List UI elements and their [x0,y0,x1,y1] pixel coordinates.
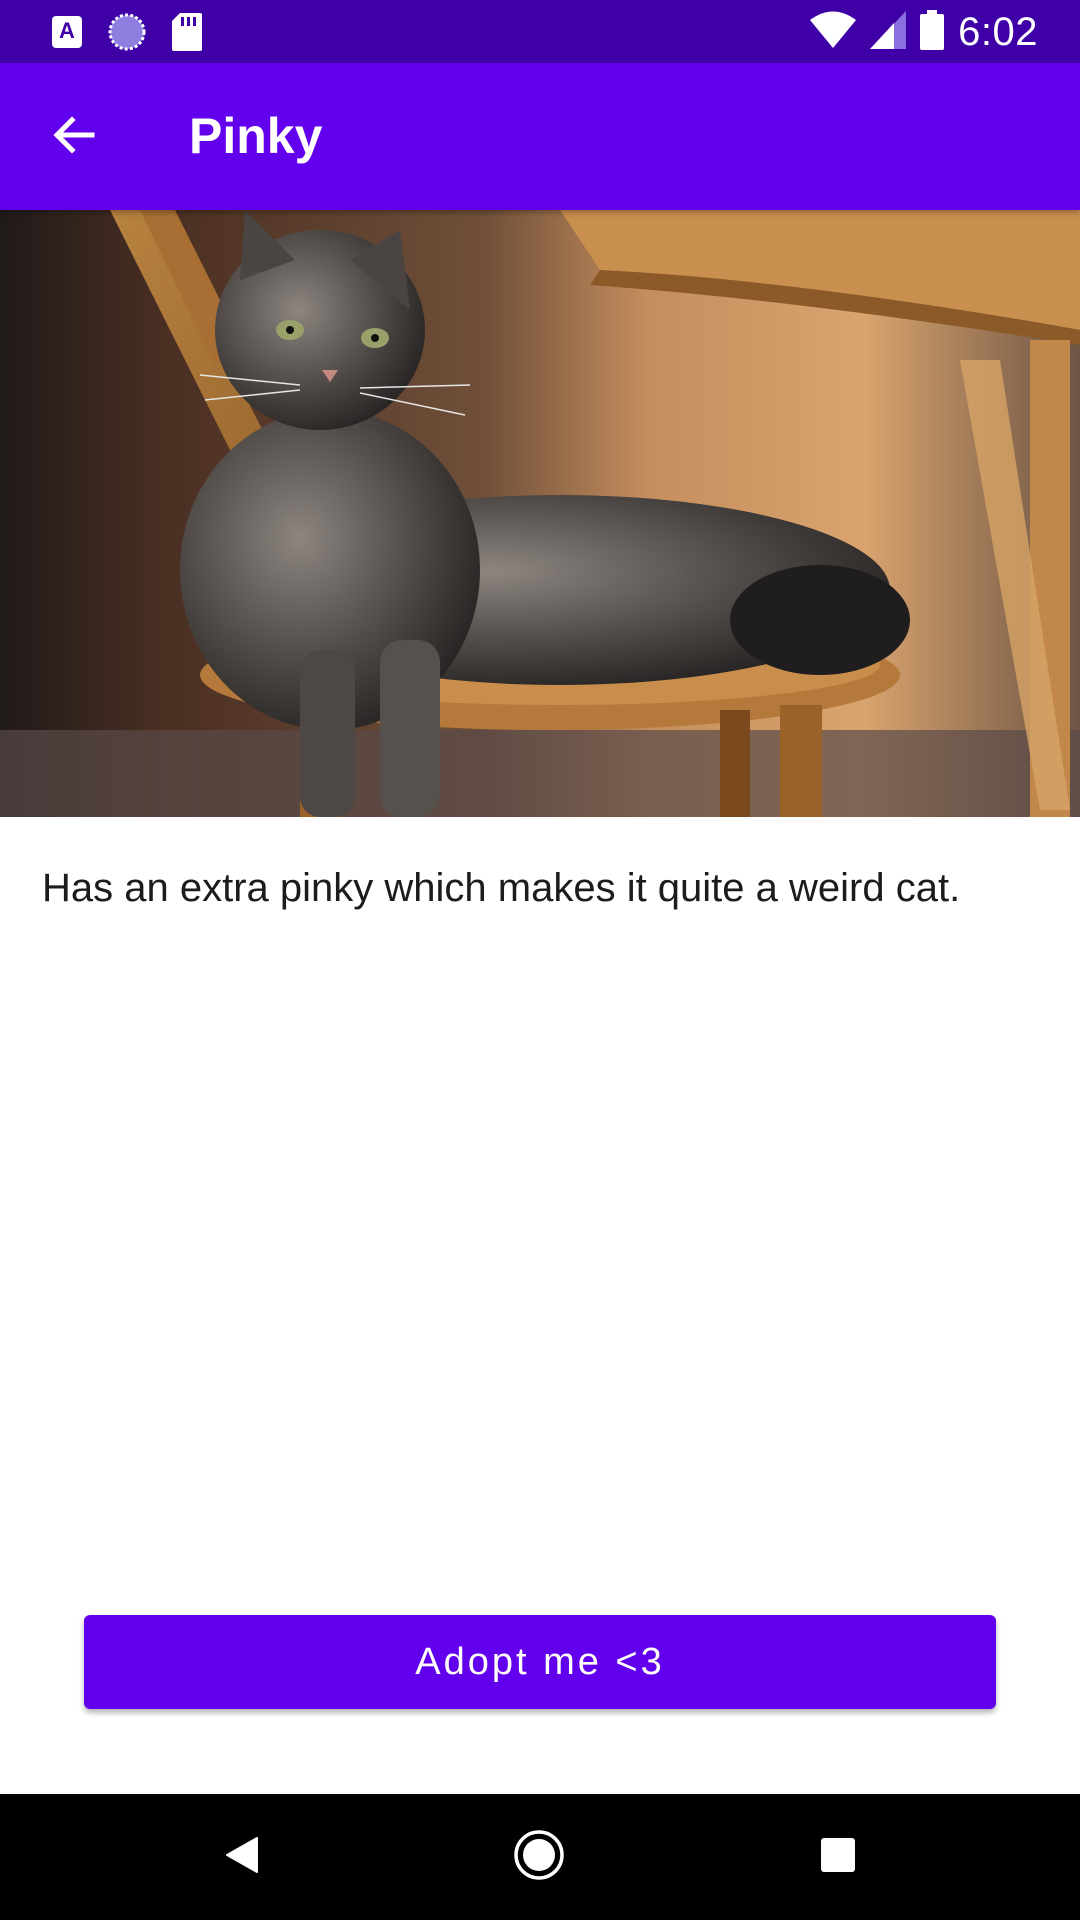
status-bar-left-icons: A [52,12,202,52]
status-bar-right-icons: 6:02 [810,8,1038,56]
page-title: Pinky [189,108,323,164]
pet-photo [0,210,1080,817]
status-time: 6:02 [958,10,1038,54]
a-notification-icon: A [52,16,82,48]
app-bar: Pinky [0,63,1080,210]
battery-icon [920,9,945,55]
nav-home-button[interactable] [506,1824,572,1890]
wifi-icon [810,11,857,54]
arrow-back-icon [50,111,98,164]
pet-description: Has an extra pinky which makes it quite … [42,866,961,910]
nav-back-button[interactable] [209,1824,275,1890]
navigation-bar [0,1794,1080,1920]
back-button[interactable] [38,101,110,173]
sync-circle-icon [108,13,146,51]
nav-recents-button[interactable] [805,1824,871,1890]
home-circle-icon [513,1829,565,1886]
recents-square-icon [820,1837,856,1878]
cellular-signal-icon [870,10,907,54]
adopt-button[interactable]: Adopt me <3 [84,1615,996,1709]
back-triangle-icon [225,1836,259,1879]
status-bar: A 6:02 [0,0,1080,63]
sd-card-icon [172,13,202,51]
